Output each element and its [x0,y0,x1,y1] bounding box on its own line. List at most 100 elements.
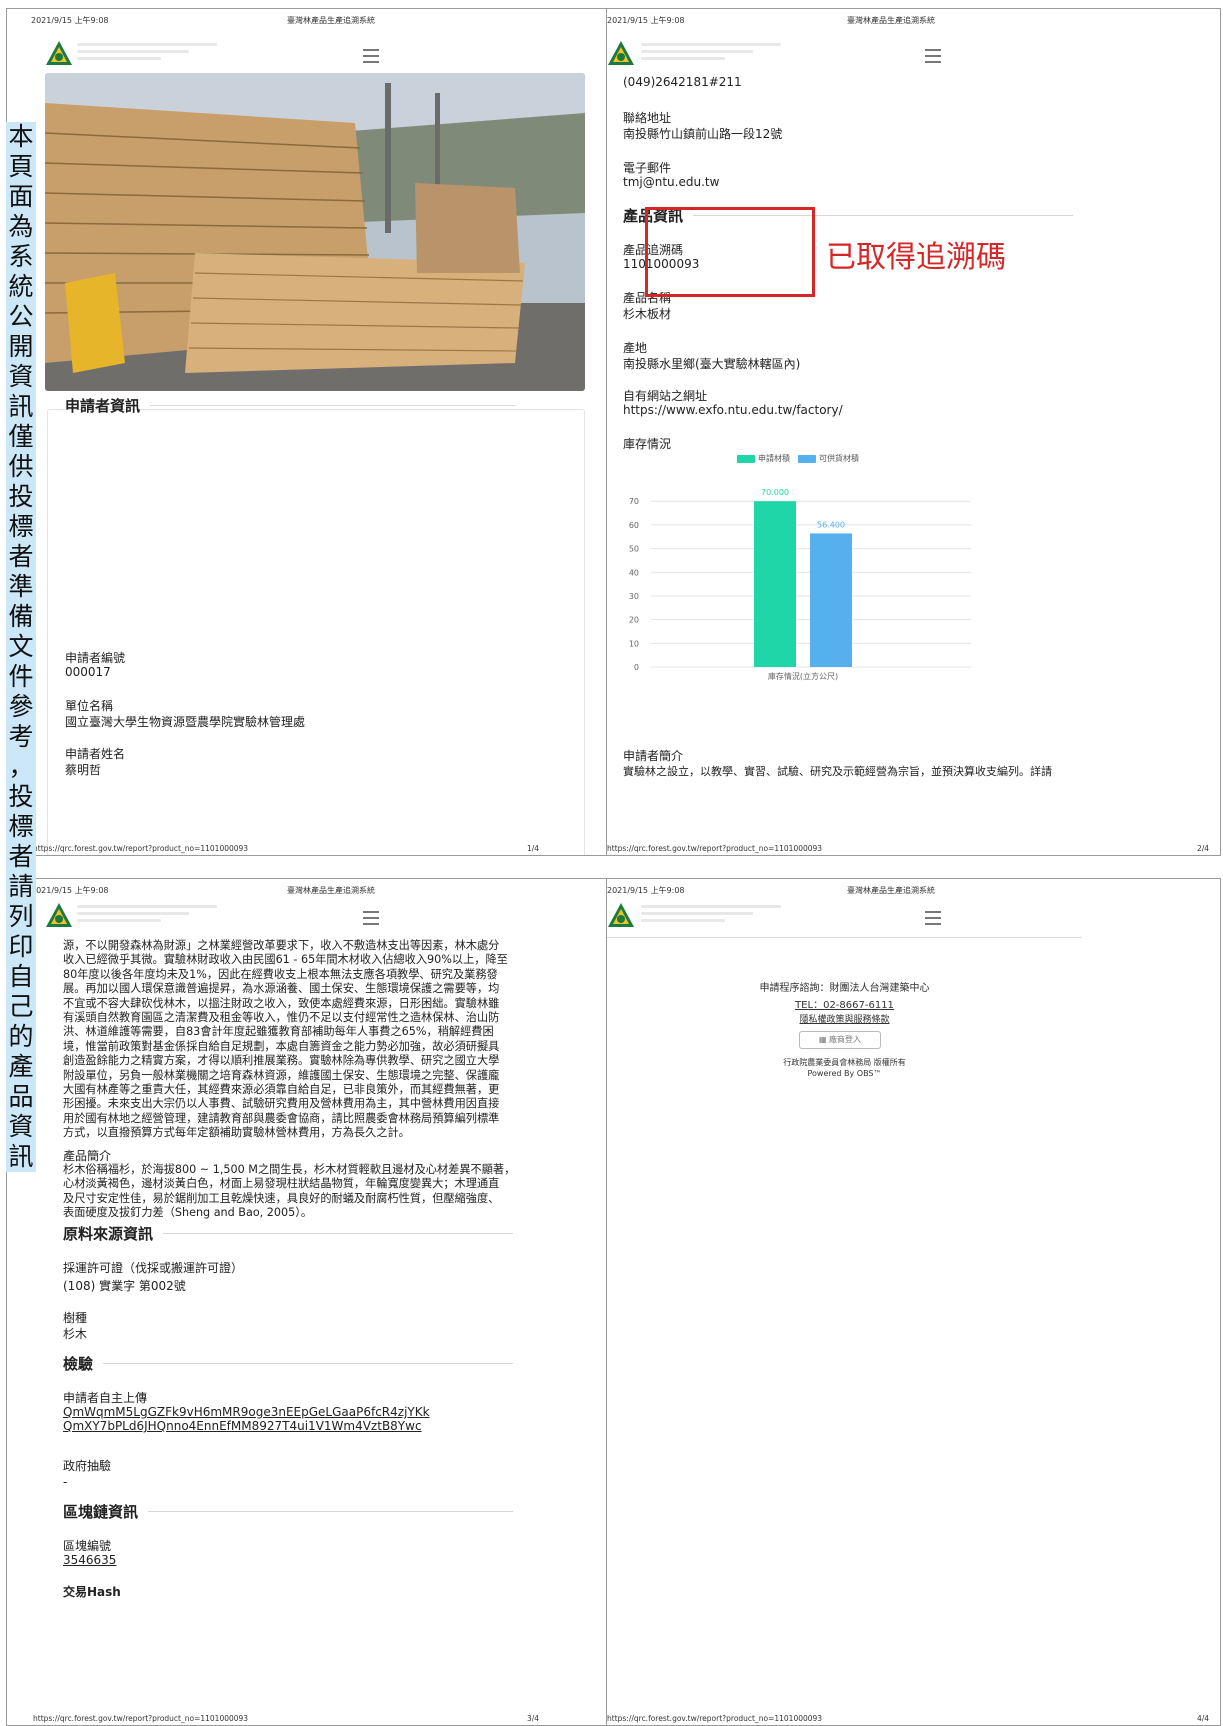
hamburger-menu-icon[interactable] [925,49,941,63]
page-number: 1/4 [527,844,540,853]
intro-label: 申請者簡介 [623,749,684,763]
paragraph-line: 境，惟當前政策對基金係採自給自足規劃，本處自籌資金之能力勢必加強，故必須研擬具 [63,1039,500,1053]
applicant-section-title: 申請者資訊 [65,395,515,416]
vendor-login-button[interactable]: ▦ 廠商登入 [799,1031,881,1049]
paragraph-line: 表面硬度及拔釘力差（Sheng and Bao, 2005）。 [63,1206,313,1220]
vertical-note-char: 投 [6,482,36,512]
blockchain-section-label: 區塊鏈資訊 [63,1503,139,1521]
vertical-note-char: 開 [6,332,36,362]
paragraph-line: 方式，以直撥預算方式每年定額補助實驗林營林費用，方為長久之計。 [63,1126,410,1140]
vertical-note-char: 列 [6,902,36,932]
address-label: 聯絡地址 [623,111,672,125]
forestry-logo-icon[interactable] [607,901,635,929]
print-url[interactable]: https://qrc.forest.gov.tw/report?product… [33,1714,248,1723]
upload-link-2[interactable]: QmXY7bPLd6JHQnno4EnnEfMM8927T4ui1V1Wm4Vz… [63,1419,422,1433]
forestry-logo-icon[interactable] [607,39,635,67]
gov-sampling-value: - [63,1475,68,1489]
vertical-note-char: 請 [6,872,36,902]
powered-by-text: Powered By OBS™ [807,1069,882,1078]
block-no-label: 區塊編號 [63,1539,112,1553]
print-date: 2021/9/15 上午9:08 [607,16,685,25]
paragraph-line: 80年度以後各年度均未及1%，因此在經費收支上根本無法支應各項教學、研究及業務發 [63,967,498,981]
email-value: tmj@ntu.edu.tw [623,175,720,189]
vertical-note-char: 資 [6,362,36,392]
hamburger-menu-icon[interactable] [363,49,379,63]
page-number: 4/4 [1197,1714,1210,1723]
y-tick-label: 50 [629,545,639,554]
unit-label: 單位名稱 [65,699,114,713]
brand-text-faded [77,905,217,923]
website-value[interactable]: https://www.exfo.ntu.edu.tw/factory/ [623,403,843,417]
vertical-instruction-note: 本頁面為系統公開資訊僅供投標者準備文件參考，投標者請列印自己的產品資訊 [6,122,42,1172]
vertical-note-char: 己 [6,992,36,1022]
y-tick-label: 0 [634,663,639,672]
trace-code-highlight-box [645,207,815,297]
block-no-value[interactable]: 3546635 [63,1553,116,1567]
email-label: 電子郵件 [623,161,672,175]
forestry-logo-icon[interactable] [45,901,73,929]
upload-link-1[interactable]: QmWqmM5LgGZFk9vH6mMR9oge3nEEpGeLGaaP6fcR… [63,1405,430,1419]
legend-swatch-available [798,454,816,463]
product-intro-paragraph: 杉木俗稱福杉，於海拔800 ~ 1,500 M之間生長，杉木材質輕軟且邊材及心材… [63,1163,563,1221]
brand-text-faded [641,43,781,61]
vertical-note-char: 自 [6,962,36,992]
vertical-note-char: 公 [6,302,36,332]
applicant-no-label: 申請者編號 [65,651,126,665]
page-number: 3/4 [527,1714,540,1723]
privacy-link[interactable]: 隱私權政策與服務條款 [607,1012,1082,1025]
vertical-note-char: 資 [6,1112,36,1142]
x-axis-label: 庫存情況(立方公尺) [768,671,838,681]
paragraph-line: 心材淡黃褐色，邊材淡黃白色，材面上易發現柱狀結晶物質，年輪寬度變異大；木理通直 [63,1177,500,1191]
vertical-note-char: 者 [6,542,36,572]
applicant-section-label: 申請者資訊 [65,397,141,415]
print-site-title: 臺灣林產品生產追溯系統 [287,886,375,895]
vertical-note-char: 備 [6,602,36,632]
hamburger-menu-icon[interactable] [925,911,941,925]
y-tick-label: 10 [629,639,639,648]
website-label: 自有網站之網址 [623,389,708,403]
legend-available: 可供貨材積 [819,454,859,463]
self-upload-label: 申請者自主上傳 [63,1391,148,1405]
footer-divider [607,937,1082,938]
intro-text: 實驗林之設立，以教學、實習、試驗、研究及示範經營為宗旨，並預決算收支編列。詳請 [623,765,1052,778]
vertical-note-char: 訊 [6,1142,36,1172]
print-url[interactable]: https://qrc.forest.gov.tw/report?product… [33,844,248,853]
vertical-note-char: 僅 [6,422,36,452]
vendor-login-label: 廠商登入 [829,1035,862,1044]
chart-legend: 申請材積 可供貨材積 [737,453,859,464]
inspection-section-title: 檢驗 [63,1353,513,1374]
print-url[interactable]: https://qrc.forest.gov.tw/report?product… [607,844,822,853]
print-site-title: 臺灣林產品生產追溯系統 [287,16,375,25]
print-url[interactable]: https://qrc.forest.gov.tw/report?product… [607,1714,822,1723]
y-tick-label: 60 [629,521,639,530]
legend-swatch-applied [737,454,755,463]
bar-available [810,533,852,667]
print-site-title: 臺灣林產品生產追溯系統 [847,886,935,895]
print-page-4: 2021/9/15 上午9:08 臺灣林產品生產追溯系統 申請程序諮詢：財團法人… [606,878,1221,1726]
y-tick-label: 70 [629,497,639,506]
paragraph-line: 源，不以開發森林為財源」之林業經營改革要求下，收入不敷造林支出等因素，林木處分 [63,939,500,952]
vertical-note-char: 文 [6,632,36,662]
address-value: 南投縣竹山鎮前山路一段12號 [623,127,783,141]
vertical-note-char: 統 [6,272,36,302]
vertical-note-char: 供 [6,452,36,482]
vertical-note-char: 參 [6,692,36,722]
gov-sampling-label: 政府抽驗 [63,1459,112,1473]
vertical-note-char: 準 [6,572,36,602]
paragraph-line: 附設單位，另負一般林業機關之培育森林資源，維護國土保安、生態環境之完整、保護龐 [63,1068,500,1082]
paragraph-line: 不宜或不容大肆砍伐林木，以搵注財政之收入，致使本處經費來源，日形困絀。實驗林雖 [63,996,500,1010]
hamburger-menu-icon[interactable] [363,911,379,925]
vertical-note-char: 的 [6,1022,36,1052]
print-date: 2021/9/15 上午9:08 [31,886,109,895]
paragraph-line: 創造盈餘能力之精實方案，才得以順利推展業務。實驗林除為專供教學、研究之國立大學 [63,1054,500,1068]
timber-stack-photo [45,73,585,391]
vertical-note-char: 標 [6,512,36,542]
forestry-logo-icon[interactable] [45,39,73,67]
y-tick-label: 40 [629,568,639,577]
bar-value-label: 70.000 [761,488,789,497]
bar-value-label: 56.400 [817,520,845,529]
tel-link[interactable]: TEL：02-8667-6111 [607,996,1082,1011]
paragraph-line: 展。再加以國人環保意識普遍提昇，為水源涵養、國土保安、生態環境保護之需要等，均 [63,982,500,996]
print-page-3: 2021/9/15 上午9:08 臺灣林產品生產追溯系統 源，不以開發森林為財源… [6,878,606,1726]
phone-value: (049)2642181#211 [623,75,742,89]
